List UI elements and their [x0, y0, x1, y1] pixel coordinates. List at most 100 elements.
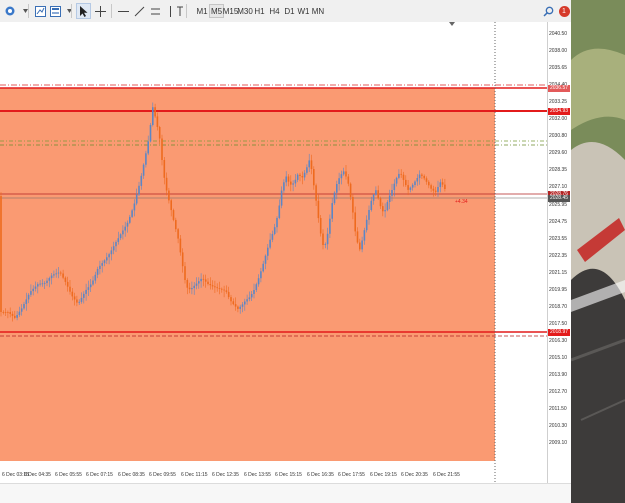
candle-body [64, 277, 67, 282]
candle-body [66, 281, 69, 287]
timeframe-h1[interactable]: H1 [253, 4, 266, 18]
candle-body [188, 287, 191, 290]
chart-toolbar: M1 M5 M15 M30 H1 H4 D1 W1 MN 1 [0, 0, 571, 23]
candle-body [165, 177, 168, 191]
candle-body [200, 278, 202, 282]
candle-body [108, 254, 110, 258]
candle-body [55, 273, 57, 275]
price-tick-label: 2010.30 [549, 423, 568, 430]
candle-body [345, 171, 347, 177]
candle-body [193, 285, 195, 289]
candle-body [103, 260, 106, 264]
candle-body [32, 288, 34, 292]
candle-body [73, 296, 76, 300]
candle-body [437, 187, 439, 192]
candle-body [20, 308, 23, 312]
candle-body [161, 138, 163, 160]
candle-body [11, 313, 14, 316]
candle-body [441, 182, 444, 185]
price-tick-label: 2040.50 [549, 31, 568, 37]
shift-marker [449, 22, 455, 26]
candle-body [18, 311, 21, 315]
chevron-down-icon[interactable] [18, 3, 32, 19]
time-tick-label: 6 Dec 15:15 [275, 472, 302, 478]
candle-body [184, 266, 186, 280]
candle-body [377, 190, 379, 199]
candle-body [175, 219, 177, 230]
candle-body [308, 160, 310, 168]
candle-body [186, 280, 189, 288]
time-tick-label: 6 Dec 19:15 [370, 472, 397, 478]
candle-body [432, 188, 435, 191]
chevron-down-icon[interactable] [62, 3, 76, 19]
trading-terminal-window: M1 M5 M15 M30 H1 H4 D1 W1 MN 1 +4.34 2040.50 2038… [0, 0, 625, 503]
price-tick-label: 2032.00 [549, 116, 568, 123]
candle-body [163, 160, 166, 178]
price-tick-label: 2033.25 [549, 99, 568, 106]
background-wallpaper [571, 0, 625, 503]
level-tag-resistance: 2034.93 [548, 107, 570, 115]
candle-body [122, 230, 124, 235]
candle-body [223, 289, 225, 291]
candle-body [124, 226, 126, 231]
candle-body [89, 284, 92, 288]
candle-body [299, 174, 301, 176]
price-tick-label: 2017.50 [549, 320, 568, 327]
cursor-icon[interactable] [76, 3, 91, 19]
templates-icon[interactable] [48, 3, 62, 19]
candle-body [398, 173, 400, 178]
candle-body [168, 190, 170, 201]
trendline-icon[interactable] [132, 3, 146, 19]
price-chart[interactable]: +4.34 [0, 22, 547, 495]
candle-body [393, 183, 396, 190]
chart-window-icon[interactable] [33, 3, 47, 19]
channel-icon[interactable] [148, 3, 162, 19]
search-icon[interactable] [541, 3, 555, 19]
candle-body [322, 233, 324, 245]
candle-body [48, 278, 51, 281]
text-tool-icon[interactable] [173, 3, 187, 19]
candle-body [356, 231, 359, 243]
candle-body [257, 278, 260, 285]
price-tick-label: 2023.55 [549, 235, 568, 242]
candle-body [191, 288, 193, 290]
candle-body [39, 283, 41, 285]
candle-body [444, 184, 446, 189]
candle-body [306, 167, 308, 173]
candle-body [365, 219, 368, 231]
timeframe-mn[interactable]: MN [311, 4, 325, 18]
timeframe-m1[interactable]: M1 [195, 4, 209, 18]
candle-body [400, 173, 402, 175]
candle-body [158, 127, 161, 139]
gear-icon[interactable] [2, 3, 18, 19]
candle-body [156, 116, 159, 127]
candle-body [117, 238, 120, 242]
candle-body [439, 182, 442, 187]
candle-body [9, 312, 11, 314]
candle-body [78, 301, 80, 303]
price-tick-label: 2011.50 [549, 406, 567, 413]
candle-body [138, 185, 140, 195]
candle-body [333, 192, 336, 204]
candle-body [76, 299, 78, 303]
price-tick-label: 2038.00 [549, 48, 568, 55]
candle-body [69, 286, 71, 292]
candle-body [71, 291, 74, 297]
candle-body [395, 177, 398, 184]
candle-body [170, 200, 172, 211]
timeframe-m15[interactable]: M15 [223, 4, 239, 18]
timeframe-w1[interactable]: W1 [297, 4, 310, 18]
candle-body [101, 263, 103, 266]
notification-badge[interactable]: 1 [557, 3, 571, 19]
timeframe-d1[interactable]: D1 [283, 4, 296, 18]
candle-body [232, 301, 235, 305]
main-zone [0, 111, 495, 461]
time-axis[interactable]: 6 Dec 03:15 6 Dec 04:35 6 Dec 05:55 6 Dec 0… [0, 471, 571, 483]
candle-body [409, 187, 412, 190]
timeframe-h4[interactable]: H4 [268, 4, 281, 18]
crosshair-icon[interactable] [93, 3, 107, 19]
candle-body [283, 182, 285, 191]
timeframe-m30[interactable]: M30 [237, 4, 253, 18]
horizontal-line-icon[interactable] [116, 3, 130, 19]
candle-body [172, 210, 175, 220]
